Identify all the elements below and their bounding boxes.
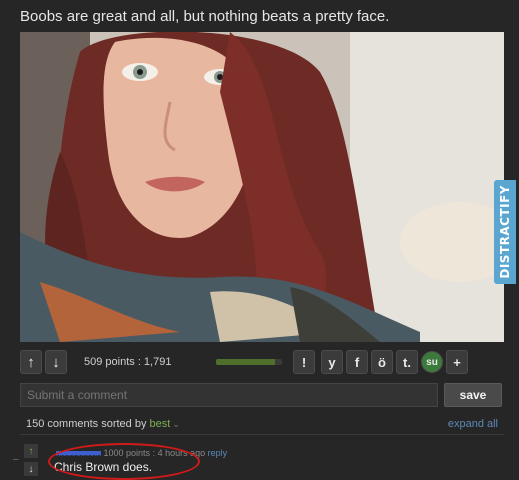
distractify-watermark: DISTRACTIFY [494,180,516,284]
comment-upvote-button[interactable]: ↑ [24,444,38,458]
facebook-icon[interactable]: f [346,350,368,374]
sort-prefix: 150 comments sorted by [26,418,150,430]
reddit-icon[interactable]: ö [371,350,393,374]
arrow-up-icon: ↑ [27,353,35,371]
exclamation-icon[interactable]: ! [293,350,315,374]
stumbleupon-icon[interactable]: su [421,351,443,373]
collapse-toggle[interactable]: – [13,454,19,465]
points-count: 509 points : 1,791 [84,356,172,368]
reply-link[interactable]: reply [208,448,228,458]
comment-downvote-button[interactable]: ↓ [24,462,38,476]
comment-input[interactable] [20,383,438,407]
post-toolbar: ↑ ↓ 509 points : 1,791 ! y f ö t. su + [20,347,504,377]
sort-label: 150 comments sorted by best ⌄ [26,418,180,430]
expand-all-link[interactable]: expand all [448,418,498,430]
comments-sort-bar: 150 comments sorted by best ⌄ expand all [20,413,504,435]
tumblr-icon[interactable]: t. [396,350,418,374]
arrow-down-icon: ↓ [52,353,60,371]
sort-dropdown[interactable]: best [150,418,171,430]
points-bar-fill [216,359,276,365]
watermark-text: DISTRACTIFY [498,185,512,279]
chevron-down-icon[interactable]: ⌄ [172,419,180,429]
plus-icon[interactable]: + [446,350,468,374]
points-bar [216,359,282,365]
comment-item: – ↑ ↓ xxxxxxxxxx 1000 points : 4 hours a… [13,440,504,480]
save-button[interactable]: save [444,383,502,407]
arrow-down-icon: ↓ [28,463,34,475]
highlight-circle [48,443,200,480]
post-title: Boobs are great and all, but nothing bea… [20,8,390,25]
twitter-icon[interactable]: y [321,350,343,374]
arrow-up-icon: ↑ [28,445,34,457]
upvote-button[interactable]: ↑ [20,350,42,374]
downvote-button[interactable]: ↓ [45,350,67,374]
comment-form: save [20,383,504,409]
post-photo[interactable] [20,32,504,342]
